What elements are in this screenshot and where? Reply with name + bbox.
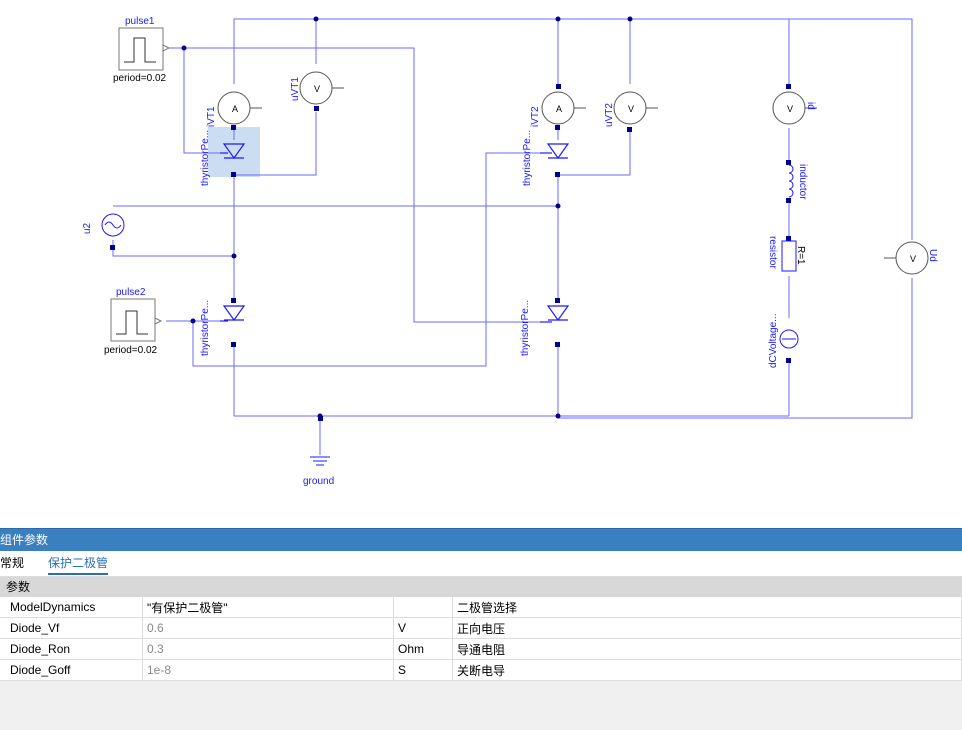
- diagram-canvas[interactable]: A V A V V V pulse1 period=0.02 pulse2 period…: [0, 0, 962, 528]
- svg-text:V: V: [787, 104, 793, 114]
- table-row: Diode_Vf 0.6 V 正向电压: [0, 617, 962, 639]
- pulse2-label: pulse2: [116, 287, 146, 298]
- pulse2-period: period=0.02: [104, 345, 158, 356]
- param-unit: V: [393, 617, 453, 639]
- parameters-table: ModelDynamics "有保护二极管" 二极管选择 Diode_Vf 0.…: [0, 597, 962, 681]
- dc-voltage-source: [779, 329, 799, 349]
- pulse1-label: pulse1: [125, 16, 155, 27]
- svg-text:V: V: [910, 254, 916, 264]
- param-value-input[interactable]: 0.3: [142, 638, 394, 660]
- pulse2-block[interactable]: [110, 298, 163, 342]
- thyristor-3: [540, 143, 570, 160]
- param-unit: Ohm: [393, 638, 453, 660]
- u2-label: u2: [82, 222, 93, 234]
- param-description: 关断电导: [452, 659, 962, 681]
- thyristor-4: [540, 305, 570, 323]
- param-value-input[interactable]: "有保护二极管": [142, 597, 394, 618]
- junctions: [181, 16, 633, 419]
- param-name: ModelDynamics: [0, 597, 143, 618]
- pulse1-block[interactable]: [118, 27, 171, 71]
- table-row: Diode_Ron 0.3 Ohm 导通电阻: [0, 638, 962, 660]
- inductor-label: inductor: [797, 164, 808, 200]
- param-name: Diode_Vf: [0, 617, 143, 639]
- component-parameters-panel: 组件参数 常规 保护二极管 参数 ModelDynamics "有保护二极管" …: [0, 528, 962, 730]
- id-label: id: [805, 102, 816, 110]
- uVT1-label: uVT1: [290, 77, 301, 101]
- tab-general[interactable]: 常规: [0, 551, 24, 575]
- param-name: Diode_Ron: [0, 638, 143, 660]
- section-header: 参数: [0, 577, 962, 597]
- meters: [217, 71, 929, 275]
- svg-text:A: A: [556, 104, 562, 114]
- param-description: 正向电压: [452, 617, 962, 639]
- ground-label: ground: [303, 476, 335, 487]
- param-name: Diode_Goff: [0, 659, 143, 681]
- iVT2-label: iVT2: [530, 106, 541, 127]
- resistor: [781, 240, 797, 272]
- thyristor2-label: thyristorPe...: [200, 299, 211, 356]
- ud-label: Ud: [927, 249, 938, 262]
- inductor: [788, 164, 794, 198]
- thyristor1-label: thyristorPe...: [200, 129, 211, 186]
- iVT1-label: iVT1: [206, 106, 217, 127]
- param-description: 二极管选择: [452, 597, 962, 618]
- param-description: 导通电阻: [452, 638, 962, 660]
- wires: [112, 18, 913, 455]
- table-row: ModelDynamics "有保护二极管" 二极管选择: [0, 597, 962, 618]
- svg-text:V: V: [314, 84, 320, 94]
- svg-text:V: V: [628, 104, 634, 114]
- thyristor-2: [220, 305, 246, 322]
- tab-bar: 常规 保护二极管: [0, 551, 962, 577]
- panel-title: 组件参数: [0, 528, 962, 551]
- svg-text:A: A: [232, 104, 238, 114]
- u2-source: [101, 213, 125, 237]
- pulse1-period: period=0.02: [113, 73, 167, 84]
- param-value-input[interactable]: 1e-8: [142, 659, 394, 681]
- resistor-label: resistor: [767, 236, 778, 269]
- resistor-value: R=1: [795, 246, 806, 265]
- tab-protection-diode[interactable]: 保护二极管: [48, 551, 109, 575]
- param-unit: S: [393, 659, 453, 681]
- uVT2-label: uVT2: [604, 103, 615, 127]
- ground-symbol: [310, 456, 330, 466]
- dcvoltage-label: dCVoltage...: [768, 313, 779, 368]
- thyristor3-label: thyristorPe...: [522, 129, 533, 186]
- param-value-input[interactable]: 0.6: [142, 617, 394, 639]
- table-row: Diode_Goff 1e-8 S 关断电导: [0, 659, 962, 681]
- thyristors: [220, 143, 570, 323]
- param-unit: [393, 597, 453, 618]
- thyristor4-label: thyristorPe...: [520, 299, 531, 356]
